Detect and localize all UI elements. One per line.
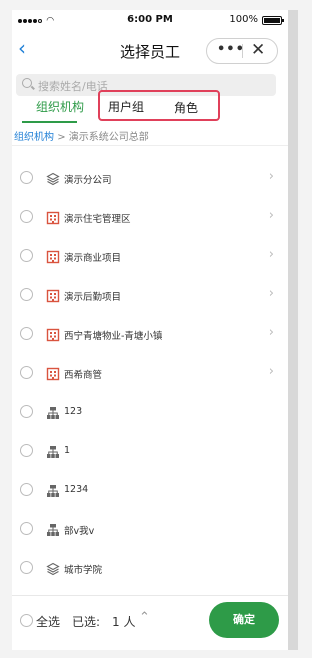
more-icon[interactable]: ••• xyxy=(217,42,245,57)
confirm-button[interactable]: 确定 xyxy=(209,602,279,638)
select-all-radio[interactable] xyxy=(20,614,33,627)
list-item[interactable]: 演示商业项目 › xyxy=(12,237,288,276)
select-radio[interactable] xyxy=(20,327,33,340)
select-radio[interactable] xyxy=(20,444,33,457)
list-item-label: 部v我v xyxy=(64,526,95,537)
select-radio[interactable] xyxy=(20,249,33,262)
list-item-label: 演示商业项目 xyxy=(64,253,122,264)
chevron-right-icon[interactable]: › xyxy=(269,208,274,223)
layers-icon xyxy=(46,171,60,186)
select-radio[interactable] xyxy=(20,171,33,184)
chevron-right-icon[interactable]: › xyxy=(269,286,274,301)
breadcrumb-divider xyxy=(12,145,288,146)
tab-role[interactable]: 角色 xyxy=(174,99,198,116)
org-chart-icon xyxy=(46,405,60,419)
search-placeholder: 搜索姓名/电话 xyxy=(38,80,108,93)
tab-active-underline xyxy=(22,121,77,123)
list-item-label: 123 xyxy=(64,406,83,417)
list-item-label: 西宁青塘物业-青塘小镇 xyxy=(64,331,163,342)
list-item-label: 演示住宅管理区 xyxy=(64,214,131,225)
select-radio[interactable] xyxy=(20,288,33,301)
list-item[interactable]: 西宁青塘物业-青塘小镇 › xyxy=(12,315,288,354)
list-item[interactable]: 1 xyxy=(12,432,288,471)
list-item-label: 城市学院 xyxy=(64,565,103,576)
search-icon xyxy=(22,78,32,88)
select-radio[interactable] xyxy=(20,366,33,379)
list-item-label: 1234 xyxy=(64,484,89,495)
chevron-up-icon[interactable]: ⌃ xyxy=(139,610,150,625)
list-item[interactable]: 演示分公司 › xyxy=(12,159,288,198)
breadcrumb: 组织机构 > 演示系统公司总部 xyxy=(14,128,149,143)
phone-screen: ◠ 6:00 PM 100% ‹ 选择员工 ••• ✕ 搜索姓名/电话 组织机构… xyxy=(12,10,288,650)
list-item[interactable]: 部v我v xyxy=(12,510,288,549)
building-icon xyxy=(46,327,60,342)
chevron-right-icon[interactable]: › xyxy=(269,364,274,379)
list-item[interactable]: 西希商管 › xyxy=(12,354,288,393)
selected-label: 已选: xyxy=(72,615,101,629)
capsule-divider xyxy=(242,44,243,58)
building-icon xyxy=(46,366,60,381)
org-chart-icon xyxy=(46,483,60,497)
nav-bar: ‹ 选择员工 ••• ✕ xyxy=(12,30,288,70)
status-bar: ◠ 6:00 PM 100% xyxy=(12,10,288,30)
select-radio[interactable] xyxy=(20,210,33,223)
selected-count[interactable]: 1 人 xyxy=(112,613,135,630)
building-icon xyxy=(46,210,60,225)
org-chart-icon xyxy=(46,522,60,536)
building-icon xyxy=(46,249,60,264)
list-item[interactable]: 1234 xyxy=(12,471,288,510)
list-item-label: 演示分公司 xyxy=(64,175,112,186)
chevron-right-icon[interactable]: › xyxy=(269,169,274,184)
battery-percent: 100% xyxy=(229,14,258,25)
tab-org[interactable]: 组织机构 xyxy=(36,98,84,115)
list-item-label: 西希商管 xyxy=(64,370,103,381)
battery-icon xyxy=(262,16,284,25)
list-item[interactable]: 演示后勤项目 › xyxy=(12,276,288,315)
layers-icon xyxy=(46,561,60,576)
list-item[interactable]: 城市学院 xyxy=(12,549,288,588)
scroll-shadow xyxy=(288,10,298,650)
breadcrumb-root[interactable]: 组织机构 xyxy=(14,132,54,143)
breadcrumb-separator: > xyxy=(57,132,66,143)
select-radio[interactable] xyxy=(20,522,33,535)
select-all-label[interactable]: 全选 xyxy=(36,613,60,630)
select-radio[interactable] xyxy=(20,405,33,418)
list-item[interactable]: 123 xyxy=(12,393,288,432)
breadcrumb-current: 演示系统公司总部 xyxy=(68,132,149,143)
tab-user-group[interactable]: 用户组 xyxy=(108,98,144,115)
select-radio[interactable] xyxy=(20,483,33,496)
close-icon[interactable]: ✕ xyxy=(251,40,265,60)
list-item[interactable]: 演示住宅管理区 › xyxy=(12,198,288,237)
building-icon xyxy=(46,288,60,303)
chevron-right-icon[interactable]: › xyxy=(269,247,274,262)
select-radio[interactable] xyxy=(20,561,33,574)
org-chart-icon xyxy=(46,444,60,458)
list-item-label: 演示后勤项目 xyxy=(64,292,122,303)
chevron-right-icon[interactable]: › xyxy=(269,325,274,340)
bottom-bar: 全选 已选: 1 人 ⌃ 确定 xyxy=(12,595,288,650)
list-item-label: 1 xyxy=(64,445,71,456)
mini-program-capsule: ••• ✕ xyxy=(206,38,278,64)
